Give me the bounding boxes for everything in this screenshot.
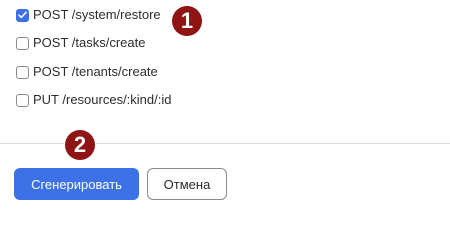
endpoint-label: POST /tenants/create (33, 64, 158, 79)
annotation-marker-2: 2 (65, 130, 95, 160)
annotation-marker-1: 1 (172, 6, 202, 36)
checkbox[interactable] (16, 36, 29, 50)
cancel-button[interactable]: Отмена (147, 168, 227, 200)
endpoint-item-tasks-create[interactable]: POST /tasks/create (16, 35, 145, 51)
endpoint-item-tenants-create[interactable]: POST /tenants/create (16, 64, 158, 80)
endpoint-item-resources-put[interactable]: PUT /resources/:kind/:id (16, 92, 171, 108)
endpoint-item-system-restore[interactable]: POST /system/restore (16, 7, 161, 23)
check-icon (18, 11, 27, 19)
generate-button[interactable]: Сгенерировать (14, 168, 139, 200)
checkbox[interactable] (16, 93, 29, 107)
endpoint-label: PUT /resources/:kind/:id (33, 92, 172, 107)
checkbox[interactable] (16, 65, 29, 79)
endpoint-label: POST /system/restore (33, 7, 161, 22)
checkbox-checked[interactable] (16, 8, 29, 22)
endpoint-label: POST /tasks/create (33, 35, 146, 50)
